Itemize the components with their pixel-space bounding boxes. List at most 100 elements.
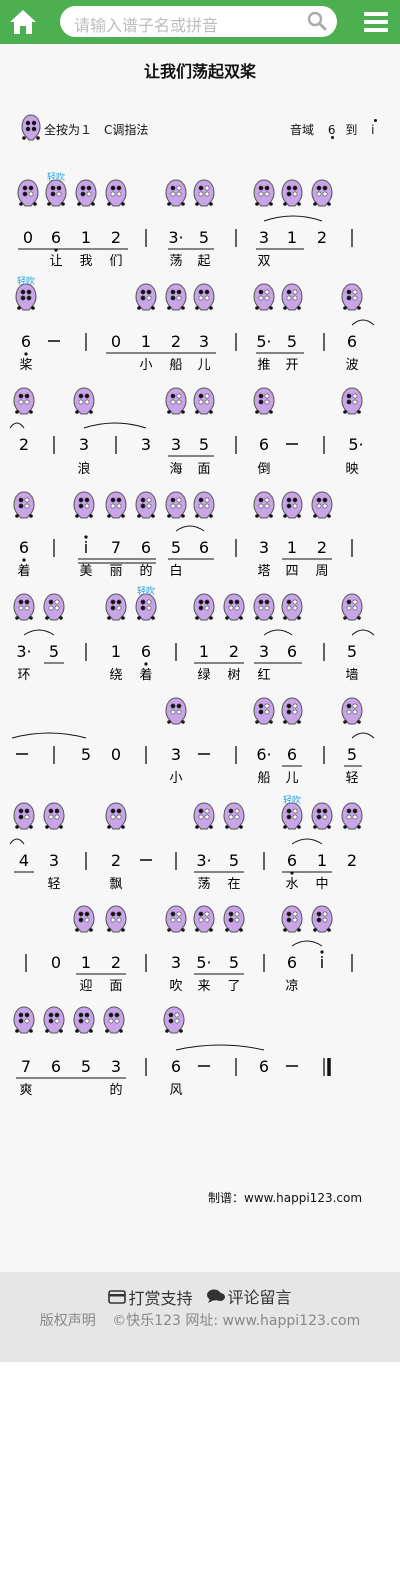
ocarina-fingering-icon [281,491,303,519]
slur [351,629,375,636]
ocarina-fingering-icon [165,179,187,207]
note-digit: 6 [199,538,209,557]
note-digit: 5 [81,745,91,764]
note-digit: 2 [229,642,239,661]
note-digit: 1 [81,228,91,247]
ocarina-fingering-icon [253,697,275,725]
lyric-word: 墙 [345,668,358,683]
ocarina-fingering-icon [105,802,127,830]
ocarina-fingering-icon [281,905,303,933]
ocarina-fingering-icon [73,387,95,415]
note-digit: 5· [256,332,271,351]
note-digit: 6 [287,851,297,870]
music-score: 轻吹0 6 1 2 3· 5 3 1 2让我们荡起双轻吹6 0 1 2 3 5· 5 6桨小船儿推开波2 3 3 3… [9,171,375,1098]
note-digit: 3 [171,745,181,764]
chat-icon [206,1289,225,1303]
ocarina-fingering-icon [103,1006,125,1034]
lyric-word: 波 [345,358,358,373]
lyric-word: 面 [109,979,122,994]
slur [263,215,323,222]
ocarina-fingering-icon [223,802,245,830]
lyric-word: 飘 [109,877,122,892]
reward-label: 打赏支持 [128,1289,193,1308]
ocarina-fingering-icon [193,905,215,933]
slur [175,1044,265,1051]
lyric-word: 周 [315,564,328,579]
note-digit: 1 [81,953,91,972]
lyric-word: 海 [169,462,182,477]
note-digit: 5 [287,332,297,351]
octave-dot [144,662,148,666]
ocarina-fingering-icon [165,697,187,725]
ocarina-fingering-icon [223,905,245,933]
ocarina-fingering-icon [105,179,127,207]
note-digit: 3 [259,642,269,661]
lyric-word: 着 [139,667,152,683]
lyric-word: 绕 [109,668,122,683]
note-digit: 1 [141,332,151,351]
lyric-word: 面 [197,462,210,477]
copyright-link[interactable]: 版权声明 [40,1313,96,1329]
lyric-word: 塔 [257,564,270,579]
lyric-word: 我 [79,254,92,269]
slur [11,732,87,739]
slur [9,422,25,429]
note-digit: 6 [287,642,297,661]
note-digit: 3 [111,1057,121,1076]
note-digit: 5 [229,851,239,870]
breath-mark: 轻吹 [283,794,301,806]
note-digit: 3· [196,851,211,870]
note-digit: 2 [111,851,121,870]
note-digit: 6 [51,1057,61,1076]
ocarina-fingering-icon [13,491,35,519]
lyric-word: 小 [139,358,152,373]
note-digit: 5 [199,435,209,454]
octave-dot [22,558,26,562]
ocarina-fingering-icon [165,387,187,415]
ocarina-fingering-icon [135,283,157,311]
slur [351,732,375,739]
ocarina-fingering-icon [193,491,215,519]
note-digit: 6 [287,953,297,972]
note-digit: 1 [287,538,297,557]
ocarina-fingering-icon [43,593,65,621]
note-digit: 1 [199,642,209,661]
lyric-word: 浪 [77,462,90,477]
ocarina-fingering-icon [253,283,275,311]
ocarina-fingering-icon [341,802,363,830]
ocarina-fingering-icon [43,1006,65,1034]
ocarina-fingering-icon [165,905,187,933]
note-digit: 0 [111,745,121,764]
note-digit: 1 [317,851,327,870]
note-digit: 3 [199,332,209,351]
ocarina-fingering-icon [73,905,95,933]
ocarina-fingering-icon [43,802,65,830]
note-digit: i [320,953,324,972]
site-info: ©快乐123 网址: www.happi123.com [112,1313,361,1329]
ocarina-fingering-icon [311,491,333,519]
lyric-word: 树 [227,668,240,683]
octave-dot [84,535,88,539]
note-digit: 7 [111,538,121,557]
note-digit: 4 [19,851,29,870]
note-digit: 6 [347,332,357,351]
note-digit: 6 [51,228,61,247]
octave-dot [320,950,324,954]
breath-mark: 轻吹 [47,171,65,183]
lyric-word: 美 [79,564,92,579]
ocarina-fingering-icon [341,283,363,311]
note-digit: 6 [141,538,151,557]
ocarina-fingering-icon [193,179,215,207]
slur [351,319,375,326]
ocarina-fingering-icon [281,697,303,725]
lyric-word: 儿 [285,771,298,786]
note-digit: 3 [79,435,89,454]
lyric-word: 儿 [197,358,210,373]
comment-button[interactable]: 评论留言 [206,1284,292,1308]
lyric-word: 推 [257,358,270,373]
lyric-word: 四 [285,564,298,579]
reward-button[interactable]: 打赏支持 [108,1285,192,1309]
lyric-word: 的 [139,563,152,579]
note-digit: 3 [259,538,269,557]
note-digit: 6 [19,538,29,557]
